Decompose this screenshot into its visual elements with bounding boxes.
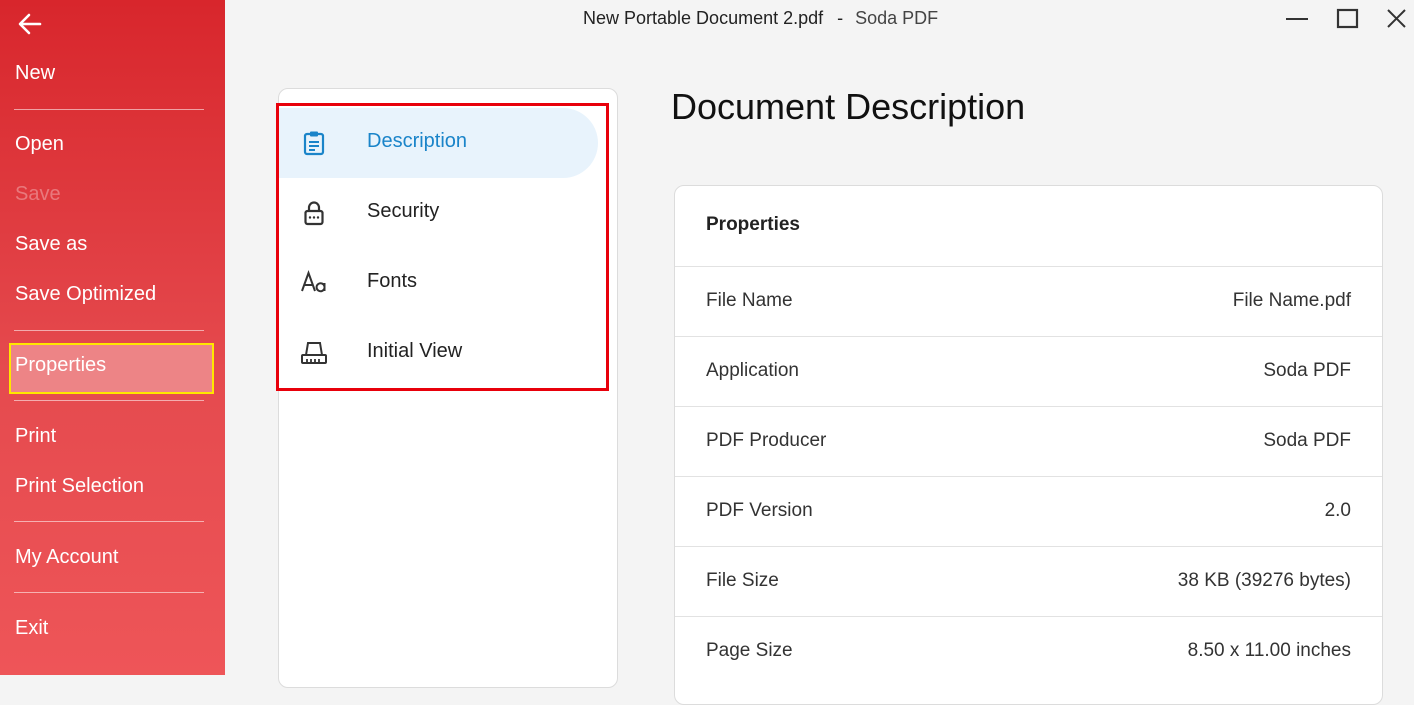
nav-item-initial-view[interactable]: Initial View <box>279 318 598 388</box>
sidebar-divider <box>14 400 204 401</box>
nav-item-description[interactable]: Description <box>279 108 598 178</box>
nav-item-label: Description <box>367 130 468 152</box>
maximize-button[interactable] <box>1334 6 1362 32</box>
sidebar-item-properties[interactable]: Properties <box>15 353 106 377</box>
ruler-icon <box>301 342 327 364</box>
property-value: Soda PDF <box>1263 360 1351 381</box>
sidebar-item-save: Save <box>15 183 61 205</box>
maximize-icon <box>1336 8 1359 29</box>
card-header: Properties <box>706 214 800 235</box>
clipboard-icon <box>303 131 325 156</box>
font-icon <box>301 270 326 293</box>
nav-item-label: Security <box>367 200 440 222</box>
arrow-left-icon <box>18 13 42 35</box>
sidebar-item-save-as[interactable]: Save as <box>15 232 87 256</box>
sidebar-divider <box>14 521 204 522</box>
property-key: Page Size <box>706 640 793 661</box>
nav-item-fonts[interactable]: Fonts <box>279 248 598 318</box>
sidebar-item-my-account[interactable]: My Account <box>15 545 118 569</box>
table-row: Application Soda PDF <box>675 336 1382 406</box>
property-value: File Name.pdf <box>1232 290 1351 311</box>
lock-icon <box>304 201 324 226</box>
table-row: File Size 38 KB (39276 bytes) <box>675 546 1382 616</box>
sidebar-item-exit[interactable]: Exit <box>15 616 48 640</box>
property-key: File Size <box>706 570 779 591</box>
property-key: PDF Producer <box>706 430 827 451</box>
property-value: 38 KB (39276 bytes) <box>1177 570 1351 591</box>
table-row: File Name File Name.pdf <box>675 266 1382 336</box>
sidebar-divider <box>14 592 204 593</box>
minimize-icon <box>1286 18 1308 20</box>
title-separator: - <box>837 8 844 28</box>
document-name: New Portable Document 2.pdf <box>583 8 824 28</box>
back-button[interactable] <box>16 10 44 38</box>
sidebar-item-open[interactable]: Open <box>15 132 64 156</box>
sidebar-item-save-optimized[interactable]: Save Optimized <box>15 282 156 306</box>
table-row: PDF Producer Soda PDF <box>675 406 1382 476</box>
sidebar-item-new[interactable]: New <box>15 61 55 85</box>
property-key: Application <box>706 360 799 381</box>
file-sidebar: New Open Save Save as Save Optimized Pro… <box>0 0 225 675</box>
window-title: New Portable Document 2.pdf - Soda PDF <box>583 8 938 29</box>
nav-item-label: Fonts <box>367 270 418 292</box>
table-row: PDF Version 2.0 <box>675 476 1382 546</box>
sidebar-item-print-selection[interactable]: Print Selection <box>15 474 144 498</box>
property-value: 2.0 <box>1324 500 1351 521</box>
property-key: File Name <box>706 290 793 311</box>
property-key: PDF Version <box>706 500 813 521</box>
nav-item-security[interactable]: Security <box>279 178 598 248</box>
minimize-button[interactable] <box>1283 6 1311 32</box>
close-icon <box>1387 9 1406 28</box>
sidebar-item-print[interactable]: Print <box>15 424 56 448</box>
properties-card: Properties File Name File Name.pdf Appli… <box>674 185 1383 705</box>
table-row: Page Size 8.50 x 11.00 inches <box>675 616 1382 686</box>
app-name: Soda PDF <box>855 8 939 28</box>
close-button[interactable] <box>1383 6 1411 32</box>
property-value: Soda PDF <box>1263 430 1351 451</box>
page-title: Document Description <box>671 86 1026 127</box>
sidebar-divider <box>14 109 204 110</box>
property-value: 8.50 x 11.00 inches <box>1187 640 1351 661</box>
sidebar-divider <box>14 330 204 331</box>
nav-item-label: Initial View <box>367 340 463 362</box>
